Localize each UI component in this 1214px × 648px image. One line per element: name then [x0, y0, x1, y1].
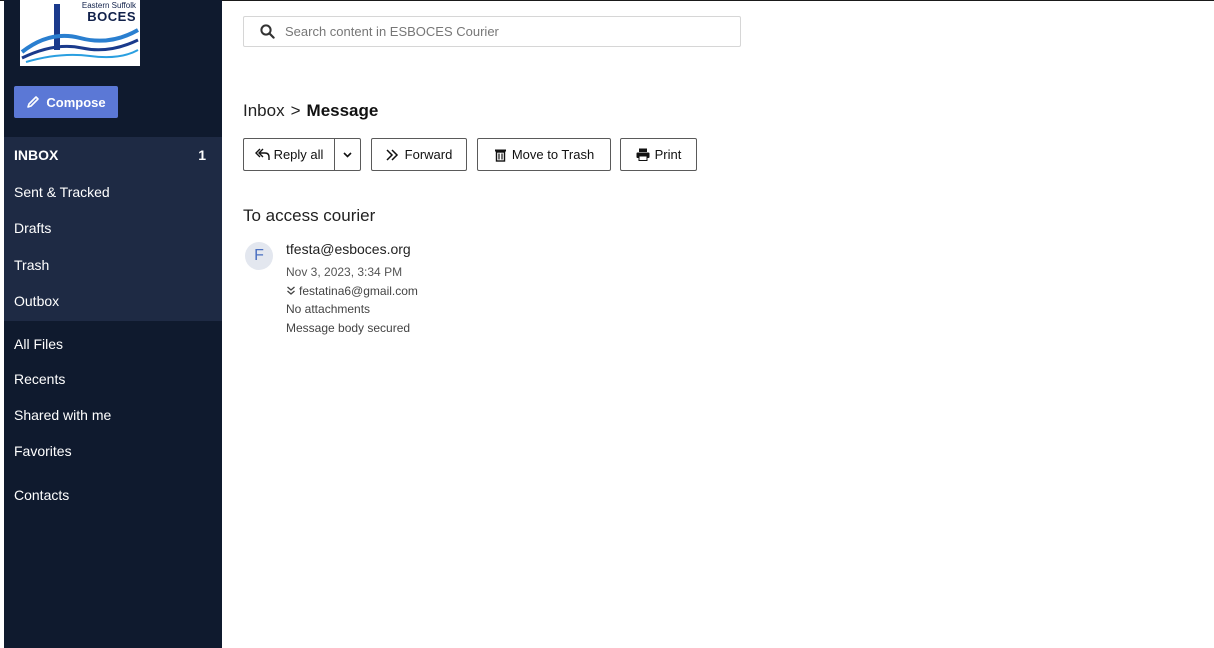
sidebar-item-contacts[interactable]: Contacts — [4, 477, 222, 513]
forward-label: Forward — [404, 147, 453, 162]
sidebar-item-favorites[interactable]: Favorites — [4, 433, 222, 469]
breadcrumb: Inbox > Message — [243, 101, 378, 121]
sender-email[interactable]: tfesta@esboces.org — [286, 241, 411, 257]
sidebar-item-label: Trash — [14, 257, 50, 273]
reply-all-label: Reply all — [273, 147, 324, 162]
sidebar-item-label: Contacts — [14, 487, 70, 503]
reply-all-icon — [254, 148, 270, 160]
compose-label: Compose — [46, 94, 106, 110]
sidebar-item-label: Drafts — [14, 220, 52, 236]
chevron-down-icon — [343, 151, 352, 158]
forward-button[interactable]: Forward — [371, 138, 467, 171]
logo-text-line2: BOCES — [87, 9, 136, 24]
move-to-trash-button[interactable]: Move to Trash — [477, 138, 611, 171]
pencil-icon — [27, 96, 40, 108]
forward-icon — [386, 148, 398, 161]
recipient-email: festatina6@gmail.com — [299, 284, 418, 298]
sidebar-item-label: Sent & Tracked — [14, 184, 110, 200]
reply-options-dropdown[interactable] — [334, 138, 361, 171]
attachments-status: No attachments — [286, 302, 371, 316]
compose-button[interactable]: Compose — [14, 86, 118, 118]
sender-avatar: F — [245, 242, 273, 270]
reply-all-button[interactable]: Reply all — [243, 138, 334, 171]
message-date: Nov 3, 2023, 3:34 PM — [286, 265, 403, 279]
sidebar-item-inbox[interactable]: INBOX 1 — [4, 137, 222, 173]
sidebar-item-label: INBOX — [14, 147, 59, 163]
breadcrumb-current: Message — [306, 101, 379, 120]
move-to-trash-label: Move to Trash — [511, 147, 595, 162]
reply-all-split-button: Reply all — [243, 138, 361, 171]
sidebar-item-label: All Files — [14, 336, 64, 352]
message-subject: To access courier — [243, 206, 376, 225]
unread-count-badge: 1 — [198, 147, 206, 163]
print-label: Print — [654, 147, 682, 162]
breadcrumb-inbox-link[interactable]: Inbox — [243, 101, 285, 121]
recipient-toggle[interactable]: festatina6@gmail.com — [286, 284, 418, 298]
sidebar-item-trash[interactable]: Trash — [4, 247, 222, 283]
sidebar-item-recents[interactable]: Recents — [4, 361, 222, 397]
sidebar: Eastern Suffolk BOCES Compose INBOX 1 Se… — [4, 0, 222, 648]
sidebar-item-all-files[interactable]: All Files — [4, 326, 222, 362]
boces-logo[interactable]: Eastern Suffolk BOCES — [20, 0, 140, 66]
sidebar-item-label: Outbox — [14, 293, 60, 309]
search-icon — [260, 24, 275, 39]
sidebar-item-label: Favorites — [14, 443, 72, 459]
sidebar-item-shared-with-me[interactable]: Shared with me — [4, 397, 222, 433]
trash-icon — [494, 149, 506, 162]
print-button[interactable]: Print — [620, 138, 697, 171]
sidebar-item-sent-tracked[interactable]: Sent & Tracked — [4, 174, 222, 210]
sidebar-item-outbox[interactable]: Outbox — [4, 283, 222, 319]
printer-icon — [636, 148, 650, 161]
sidebar-item-drafts[interactable]: Drafts — [4, 210, 222, 246]
breadcrumb-separator: > — [290, 101, 301, 120]
sidebar-item-label: Shared with me — [14, 407, 112, 423]
sidebar-item-label: Recents — [14, 371, 66, 387]
message-body-status: Message body secured — [286, 321, 411, 335]
search-input[interactable] — [283, 23, 727, 40]
search-box[interactable] — [243, 16, 741, 47]
double-chevron-down-icon — [287, 286, 295, 295]
